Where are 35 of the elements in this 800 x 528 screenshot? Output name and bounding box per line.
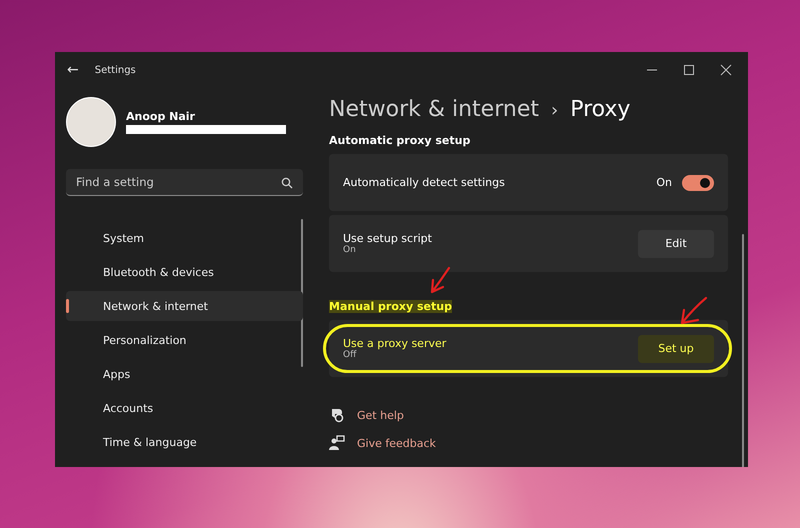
sidebar-item[interactable]: Personalization bbox=[66, 325, 303, 355]
help-icon bbox=[329, 407, 345, 423]
sidebar-item[interactable]: Bluetooth & devices bbox=[66, 257, 303, 287]
setting-label: Use setup script bbox=[343, 232, 433, 245]
section-title: Manual proxy setup bbox=[329, 300, 452, 312]
setting-label: Use a proxy server bbox=[343, 337, 448, 350]
close-icon[interactable] bbox=[720, 64, 732, 76]
section-title: Automatic proxy setup bbox=[329, 134, 470, 146]
sidebar-item[interactable]: System bbox=[66, 223, 303, 253]
toggle-state: On bbox=[656, 176, 672, 189]
feedback-icon bbox=[329, 435, 345, 451]
sidebar-item[interactable]: Apps bbox=[66, 359, 303, 389]
setting-label: Automatically detect settings bbox=[343, 176, 506, 189]
breadcrumb-parent[interactable]: Network & internet bbox=[329, 97, 539, 122]
account-name: Anoop Nair bbox=[126, 110, 196, 123]
breadcrumb-separator: › bbox=[550, 100, 558, 121]
back-button[interactable]: ← bbox=[67, 62, 79, 78]
scrollbar[interactable] bbox=[301, 219, 303, 367]
help-link[interactable]: Get help bbox=[357, 408, 404, 422]
setting-button[interactable]: Edit bbox=[638, 230, 714, 258]
help-link[interactable]: Give feedback bbox=[357, 436, 436, 450]
setting-button[interactable]: Set up bbox=[638, 334, 714, 362]
sidebar-item[interactable]: Accounts bbox=[66, 393, 303, 423]
sidebar-item[interactable]: Network & internet bbox=[66, 291, 303, 321]
scrollbar[interactable] bbox=[742, 234, 744, 467]
search-icon bbox=[281, 177, 293, 189]
setting-status: On bbox=[343, 245, 357, 255]
window-title: Settings bbox=[94, 64, 136, 76]
sidebar-item[interactable]: Time & language bbox=[66, 427, 303, 457]
avatar bbox=[66, 97, 116, 147]
setting-status: Off bbox=[343, 350, 358, 360]
toggle-switch[interactable] bbox=[682, 174, 714, 190]
page-title: Proxy bbox=[570, 97, 630, 122]
search-field[interactable]: Find a setting bbox=[66, 169, 303, 196]
maximize-icon[interactable] bbox=[683, 64, 695, 76]
